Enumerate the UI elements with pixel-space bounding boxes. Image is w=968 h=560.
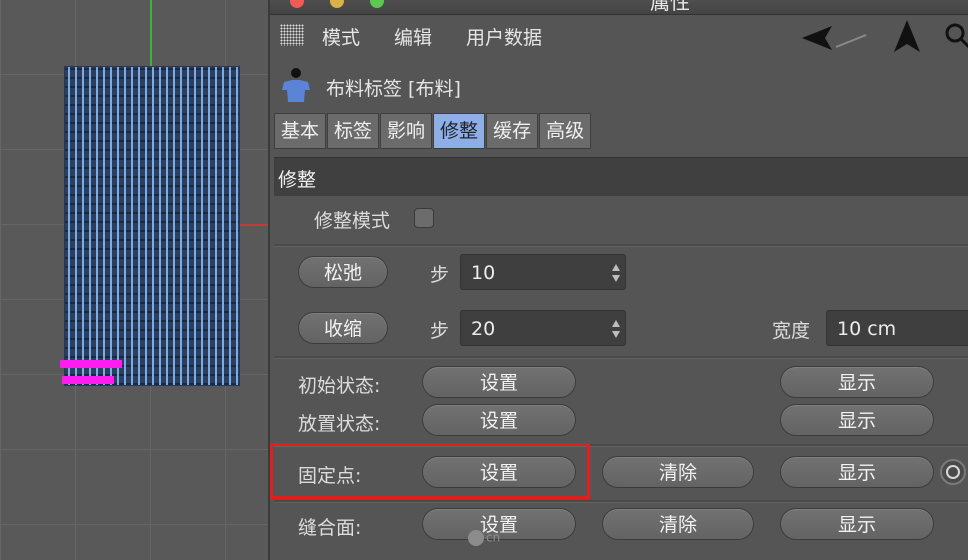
place-state-show-button[interactable]: 显示: [780, 404, 934, 436]
menu-user-data[interactable]: 用户数据: [466, 23, 542, 50]
panel-menubar: 模式 编辑 用户数据: [270, 15, 968, 59]
relax-step-label: 步: [430, 264, 450, 286]
minimize-window-button[interactable]: [330, 0, 344, 8]
tab-cache[interactable]: 缓存: [486, 113, 539, 149]
dress-mode-label: 修整模式: [314, 210, 391, 232]
window-title: 属性: [650, 0, 690, 14]
width-label: 宽度: [772, 320, 811, 342]
window-titlebar: 属性: [270, 0, 968, 15]
fixed-point-selection: [60, 360, 122, 368]
relax-step-input[interactable]: 10: [460, 254, 626, 290]
seam-polygons-label: 缝合面:: [298, 517, 362, 539]
seam-polygons-show-button[interactable]: 显示: [780, 508, 934, 540]
cloth-tag-icon: [282, 68, 310, 102]
up-arrow-icon[interactable]: [890, 18, 924, 54]
tag-header: 布料标签 [布料]: [270, 62, 968, 108]
init-state-set-button[interactable]: 设置: [422, 366, 576, 398]
watermark-logo-icon: [468, 530, 484, 546]
place-state-set-button[interactable]: 设置: [422, 404, 576, 436]
tab-tag[interactable]: 标签: [327, 113, 380, 149]
section-title: 修整: [278, 169, 317, 191]
tab-basic[interactable]: 基本: [274, 113, 327, 149]
shrink-button[interactable]: 收缩: [298, 312, 388, 344]
init-state-label: 初始状态:: [298, 375, 381, 397]
3d-viewport[interactable]: [0, 0, 268, 560]
zoom-window-button[interactable]: [370, 0, 384, 8]
watermark: cn: [468, 530, 500, 546]
shrink-step-value: 20: [471, 318, 496, 340]
y-axis-line: [150, 0, 152, 66]
attributes-panel: 属性 模式 编辑 用户数据 布料标签 [布料] 基本 标签 影响 修整 缓存 高…: [268, 0, 968, 560]
tab-dresser[interactable]: 修整: [433, 113, 486, 149]
tab-bar: 基本 标签 影响 修整 缓存 高级: [274, 113, 592, 149]
tab-influence[interactable]: 影响: [380, 113, 433, 149]
place-state-label: 放置状态:: [298, 413, 381, 435]
relax-step-value: 10: [471, 262, 496, 284]
seam-polygons-clear-button[interactable]: 清除: [602, 508, 754, 540]
tag-title: 布料标签 [布料]: [326, 78, 461, 100]
fixed-points-show-button[interactable]: 显示: [780, 456, 934, 488]
highlight-annotation: [270, 443, 590, 499]
fixed-points-clear-button[interactable]: 清除: [602, 456, 754, 488]
fixed-point-selection-2: [62, 376, 114, 384]
divider-2: [274, 356, 968, 359]
tab-advanced[interactable]: 高级: [539, 113, 592, 149]
divider-4: [274, 500, 968, 503]
menu-mode[interactable]: 模式: [322, 23, 360, 50]
width-input[interactable]: 10 cm: [826, 310, 968, 346]
divider-1: [274, 244, 968, 247]
relax-button[interactable]: 松弛: [298, 256, 388, 288]
spinner-arrows-icon[interactable]: [611, 319, 621, 339]
shrink-step-label: 步: [430, 320, 450, 342]
init-state-show-button[interactable]: 显示: [780, 366, 934, 398]
menu-edit[interactable]: 编辑: [394, 23, 432, 50]
section-header: 修整: [274, 157, 968, 196]
close-window-button[interactable]: [290, 0, 304, 8]
width-value: 10 cm: [837, 318, 897, 340]
dress-mode-checkbox[interactable]: [414, 208, 434, 228]
back-arrow-icon[interactable]: [800, 23, 870, 53]
watermark-text: cn: [486, 530, 501, 545]
spinner-arrows-icon[interactable]: [611, 263, 621, 283]
cloth-mesh-object[interactable]: [64, 66, 240, 386]
x-axis-line: [236, 224, 268, 226]
shrink-step-input[interactable]: 20: [460, 310, 626, 346]
grid-menu-icon[interactable]: [280, 24, 304, 46]
fixed-points-radio[interactable]: [940, 459, 966, 485]
search-icon[interactable]: [944, 22, 968, 50]
